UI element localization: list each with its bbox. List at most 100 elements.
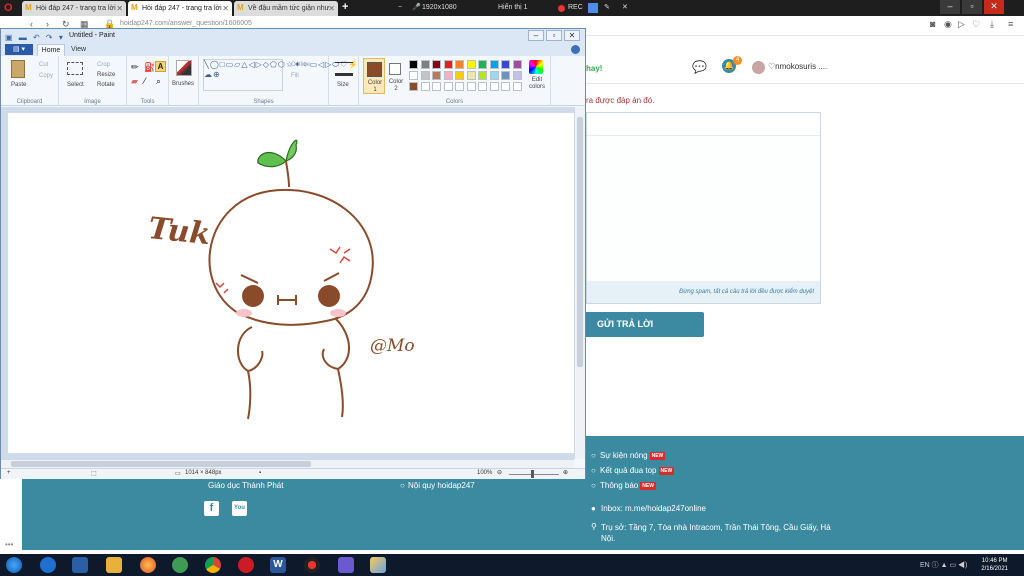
paint-app-icon[interactable] <box>370 557 386 573</box>
palette-swatch[interactable] <box>512 82 522 91</box>
close-recorder-icon[interactable]: ✕ <box>622 0 628 16</box>
footer-news[interactable]: Thông báo NEW <box>600 481 656 490</box>
palette-swatch[interactable] <box>489 71 499 80</box>
palette-swatch[interactable] <box>455 82 464 91</box>
opera-icon[interactable] <box>238 557 254 573</box>
resize-button[interactable]: Resize <box>97 72 115 78</box>
zoom-out-icon[interactable]: ⊖ <box>497 469 502 476</box>
minimize-recorder-icon[interactable]: − <box>398 0 402 16</box>
firefox-icon[interactable] <box>140 557 156 573</box>
word-icon[interactable]: W <box>270 557 286 573</box>
chrome-icon[interactable] <box>205 557 221 573</box>
tab-view[interactable]: View <box>71 44 86 55</box>
pencil-icon[interactable]: ✏ <box>131 62 139 73</box>
select-button[interactable]: Select <box>67 82 84 88</box>
palette-swatch[interactable] <box>420 71 430 80</box>
edit-colors-icon[interactable] <box>529 60 543 74</box>
palette-swatch[interactable] <box>478 82 487 91</box>
heart-icon[interactable]: ♡ <box>972 19 980 30</box>
download-icon[interactable]: ⤓ <box>990 19 994 30</box>
answer-editor[interactable]: Đừng spam, tất cả câu trả lời đều được k… <box>586 112 821 304</box>
taskbar-clock[interactable]: 10:46 PM 2/16/2021 <box>981 557 1008 573</box>
footer-rules[interactable]: Nội quy hoidap247 <box>408 481 475 490</box>
palette-swatch[interactable] <box>455 71 464 80</box>
palette-swatch[interactable] <box>501 71 510 80</box>
file-menu-tab[interactable]: ▤ ▾ <box>5 44 33 55</box>
magnifier-icon[interactable]: ⌕ <box>156 76 161 87</box>
size-lines-icon[interactable] <box>335 62 353 76</box>
palette-swatch[interactable] <box>432 60 441 69</box>
palette-swatch[interactable] <box>478 60 487 69</box>
palette-swatch[interactable] <box>455 60 464 69</box>
close-tab-icon[interactable]: ✕ <box>222 1 229 16</box>
paint-close-icon[interactable]: ✕ <box>564 30 580 41</box>
palette-swatch[interactable] <box>409 82 418 91</box>
brushes-button[interactable]: Brushes <box>172 81 194 87</box>
paste-button[interactable]: Paste <box>11 82 26 88</box>
display-select[interactable]: Hiển thị 1 <box>498 0 528 16</box>
rotate-button[interactable]: Rotate <box>97 82 115 88</box>
zoom-in-icon[interactable]: ⊕ <box>563 469 568 476</box>
palette-swatch[interactable] <box>501 60 510 69</box>
youtube-icon[interactable]: You <box>232 501 247 516</box>
palette-swatch[interactable] <box>443 71 453 80</box>
maximize-icon[interactable]: ▫ <box>962 0 982 14</box>
rec-label[interactable]: REC <box>568 0 583 16</box>
crop-button[interactable]: Crop <box>97 62 110 68</box>
footer-inbox[interactable]: Inbox: m.me/hoidap247online <box>601 504 706 513</box>
palette-swatch[interactable] <box>466 71 476 80</box>
resolution-text[interactable]: 1920x1080 <box>422 0 457 16</box>
palette-swatch[interactable] <box>466 82 476 91</box>
footer-events[interactable]: Sự kiện nóng NEW <box>600 451 666 460</box>
edit-colors-button[interactable]: Edit colors <box>525 77 549 91</box>
recorder-app-icon[interactable] <box>304 557 320 573</box>
zoom-slider-thumb[interactable] <box>531 470 534 478</box>
palette-swatch[interactable] <box>409 71 418 80</box>
start-button-icon[interactable] <box>6 557 22 573</box>
pen-icon[interactable]: ✎ <box>604 0 610 16</box>
facebook-icon[interactable]: f <box>204 501 219 516</box>
close-tab-icon[interactable]: ✕ <box>328 1 335 16</box>
palette-swatch[interactable] <box>443 60 453 69</box>
close-icon[interactable]: ✕ <box>984 0 1004 14</box>
palette-swatch[interactable] <box>420 60 430 69</box>
eraser-icon[interactable]: ▰ <box>131 76 138 87</box>
color2-button[interactable]: Color 2 <box>387 58 405 94</box>
fill-button[interactable]: Fill <box>291 73 299 79</box>
paint-minimize-icon[interactable]: – <box>528 30 544 41</box>
footer-results[interactable]: Kết quả đua top NEW <box>600 466 675 475</box>
palette-swatch[interactable] <box>501 82 510 91</box>
palette-swatch[interactable] <box>420 82 430 91</box>
select-icon[interactable] <box>67 62 83 75</box>
send-icon[interactable]: ▷ <box>958 19 965 30</box>
paste-icon[interactable] <box>11 60 25 78</box>
menu-icon[interactable]: ≡ <box>1008 19 1013 29</box>
palette-swatch[interactable] <box>432 71 441 80</box>
file-explorer-icon[interactable] <box>106 557 122 573</box>
chat-icon[interactable]: 💬 <box>692 60 707 74</box>
vertical-scrollbar[interactable] <box>574 107 585 459</box>
footer-company[interactable]: Giáo dục Thành Phát <box>208 481 283 490</box>
drawing-canvas[interactable]: Tuk @Mo <box>8 113 574 453</box>
submit-answer-button[interactable]: GỬI TRẢ LỜI <box>586 312 704 337</box>
media-player-icon[interactable] <box>72 557 88 573</box>
size-button[interactable]: Size <box>337 82 349 88</box>
zoom-slider[interactable] <box>509 474 559 475</box>
paint-maximize-icon[interactable]: ▫ <box>546 30 562 41</box>
browser-tab-3[interactable]: M Về đậu mầm tức giận như ✕ <box>234 1 338 16</box>
minimize-icon[interactable]: – <box>940 0 960 14</box>
url-text[interactable]: hoidap247.com/answer_question/1606005 <box>120 20 252 27</box>
palette-swatch[interactable] <box>478 71 487 80</box>
palette-swatch[interactable] <box>409 60 418 69</box>
palette-swatch[interactable] <box>489 60 499 69</box>
color1-button[interactable]: Color 1 <box>363 58 385 94</box>
palette-swatch[interactable] <box>512 71 522 80</box>
outline-button[interactable]: Outline <box>291 62 310 68</box>
shield-icon[interactable]: ◉ <box>944 19 952 30</box>
tray-icons[interactable]: EN ⓘ ▲ ▭ ◀) <box>920 560 967 570</box>
camera-icon[interactable]: ◙ <box>930 19 935 29</box>
fill-icon[interactable]: ⛽ <box>144 62 155 73</box>
browser-tab-1[interactable]: M Hỏi đáp 247 - trang tra lời ✕ <box>22 1 126 16</box>
browser-tab-2[interactable]: M Hỏi đáp 247 - trang tra lời ✕ <box>128 1 232 16</box>
help-icon[interactable] <box>571 45 580 54</box>
